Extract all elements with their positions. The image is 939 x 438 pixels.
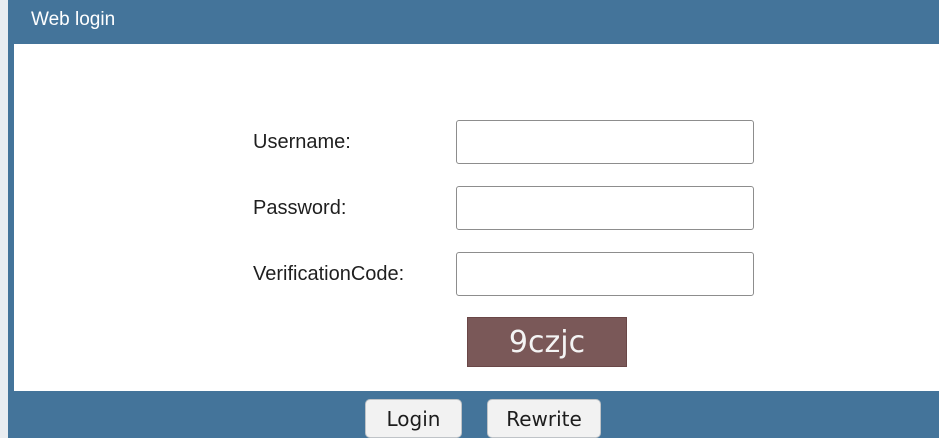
username-input[interactable] <box>456 120 754 164</box>
title-bar: Web login <box>8 0 939 44</box>
action-bar: Login Rewrite <box>8 391 939 438</box>
login-form: Username: Password: VerificationCode: 9c… <box>14 44 939 391</box>
web-login-window: Web login Username: Password: Verificati… <box>8 0 939 438</box>
rewrite-button[interactable]: Rewrite <box>487 399 601 438</box>
captcha-image[interactable]: 9czjc <box>467 317 627 367</box>
password-label: Password: <box>253 197 347 219</box>
password-input[interactable] <box>456 186 754 230</box>
verification-code-input[interactable] <box>456 252 754 296</box>
username-label: Username: <box>253 131 351 153</box>
window-title: Web login <box>31 9 116 30</box>
login-button[interactable]: Login <box>365 399 462 438</box>
verification-code-label: VerificationCode: <box>253 263 405 285</box>
